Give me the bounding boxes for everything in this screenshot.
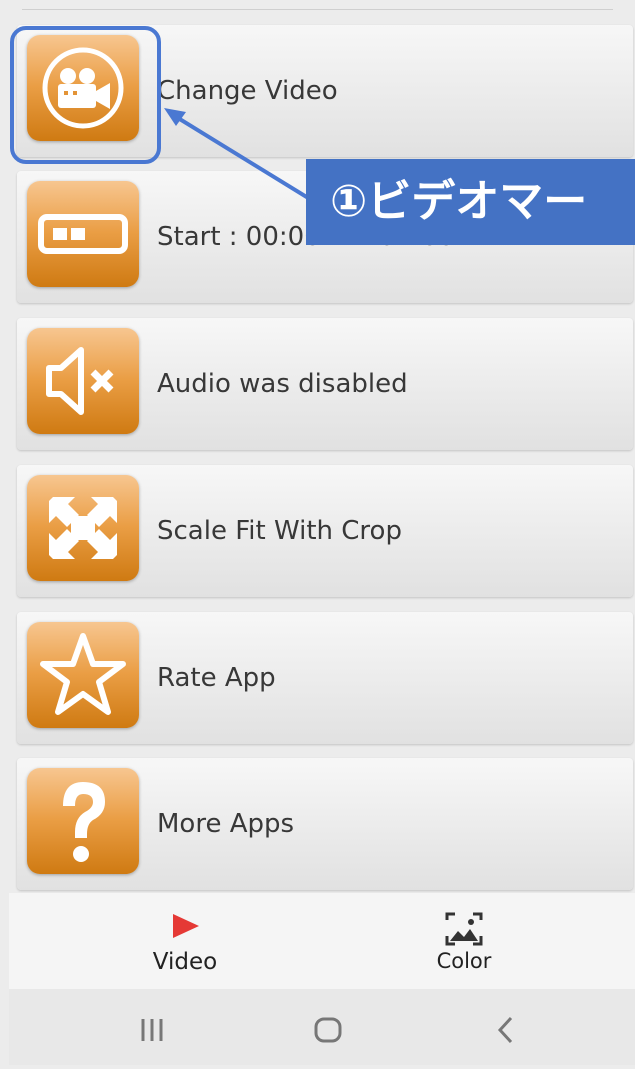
- menu-item-label: Change Video: [157, 76, 338, 106]
- system-navigation-bar: [9, 989, 635, 1065]
- menu-item-label: Audio was disabled: [157, 369, 408, 399]
- menu-item-audio[interactable]: Audio was disabled: [17, 318, 633, 450]
- top-divider: [22, 9, 613, 10]
- home-icon[interactable]: [298, 989, 358, 1065]
- speaker-muted-icon: [27, 328, 139, 434]
- tab-color[interactable]: Color: [364, 893, 564, 989]
- menu-item-more-apps[interactable]: More Apps: [17, 758, 633, 890]
- image-icon: [364, 911, 564, 946]
- bottom-navigation: Video Color: [9, 893, 635, 989]
- annotation-callout: ①ビデオマー: [306, 159, 635, 245]
- recent-apps-icon[interactable]: [122, 989, 182, 1065]
- menu-item-rate-app[interactable]: Rate App: [17, 612, 633, 744]
- trim-range-icon: [27, 181, 139, 287]
- menu-item-label: More Apps: [157, 809, 295, 839]
- menu-item-label: Rate App: [157, 663, 276, 693]
- highlight-box: [10, 26, 161, 164]
- back-icon[interactable]: [475, 989, 535, 1065]
- tab-label: Color: [436, 949, 492, 973]
- play-icon: [85, 911, 285, 941]
- star-icon: [27, 622, 139, 728]
- tab-video[interactable]: Video: [85, 893, 285, 989]
- menu-item-scale[interactable]: Scale Fit With Crop: [17, 465, 633, 597]
- tab-label: Video: [152, 949, 218, 975]
- menu-item-label: Scale Fit With Crop: [157, 516, 402, 546]
- scale-fit-icon: [27, 475, 139, 581]
- question-mark-icon: [27, 768, 139, 874]
